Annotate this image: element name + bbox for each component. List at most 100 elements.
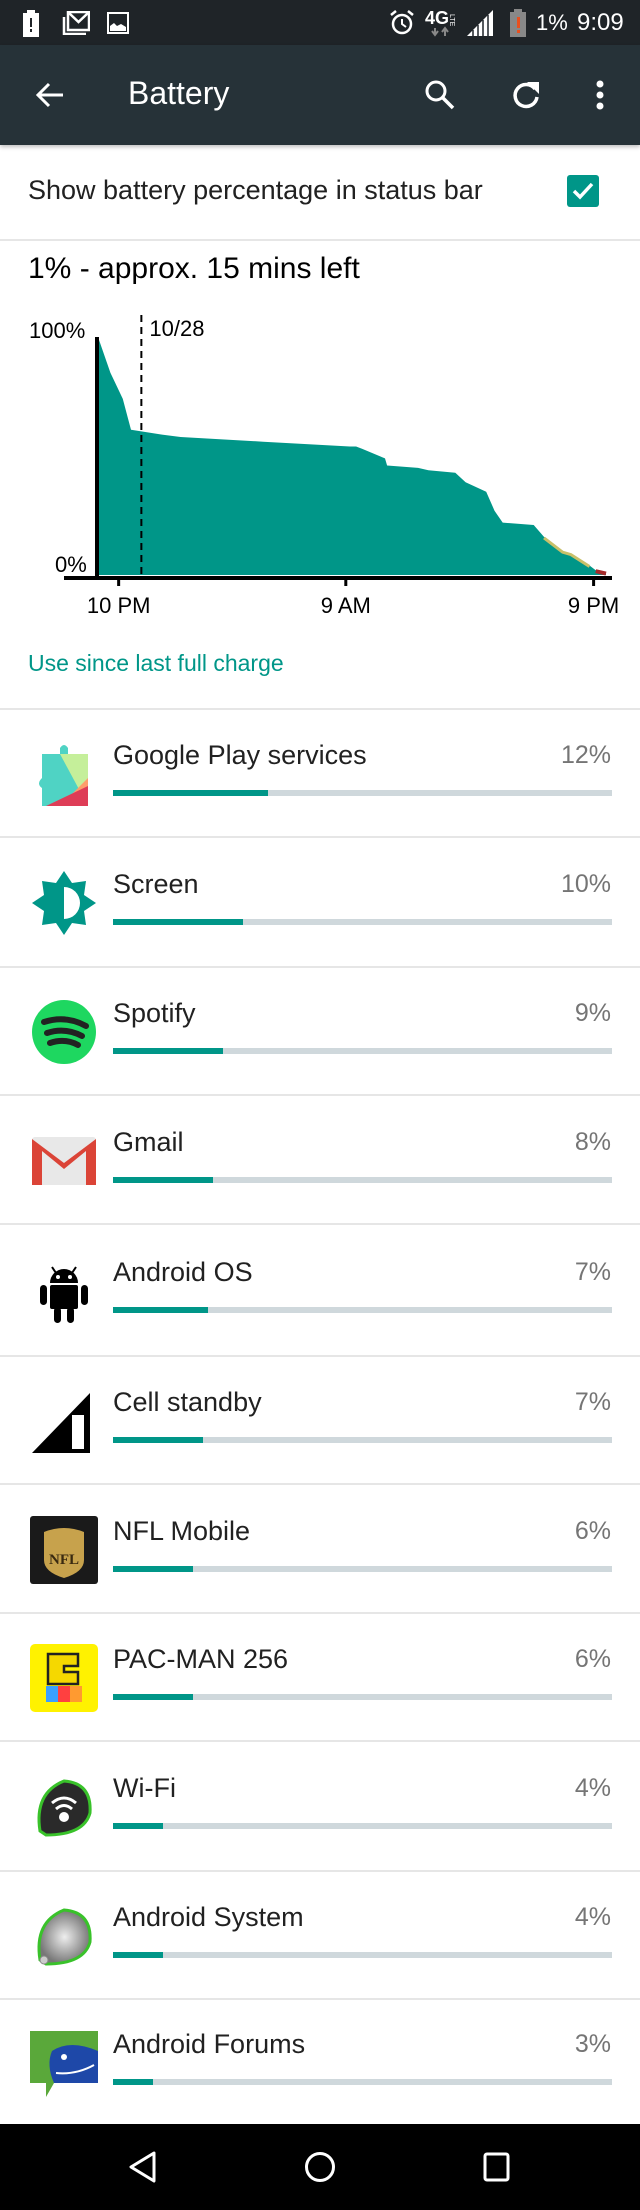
usage-progress-bar [113,1307,612,1313]
usage-progress-fill [113,2079,153,2085]
show-battery-percentage-preference[interactable]: Show battery percentage in status bar [0,145,640,241]
4g-lte-icon: 4G LTE [425,8,455,37]
battery-percentage-checkbox[interactable] [567,175,599,207]
usage-percent: 4% [574,1774,611,1802]
app-name: PAC-MAN 256 [113,1644,289,1674]
app-name: Wi-Fi [113,1773,176,1803]
usage-percent: 10% [560,870,611,898]
search-button[interactable] [414,69,466,121]
battery-history-chart[interactable]: 100% 0% 10/28 10 PM 9 AM 9 PM [0,300,640,630]
usage-progress-bar [113,2079,612,2085]
usage-list-item[interactable]: Screen 10% [0,836,640,968]
x-tick-label-9pm: 9 PM [568,593,619,618]
usage-list-item[interactable]: Gmail 8% [0,1094,640,1225]
usage-progress-fill [113,790,268,796]
clock: 9:09 [577,9,624,36]
usage-progress-bar [113,790,612,796]
image-notification-icon [107,12,129,34]
recents-square-icon [483,2152,510,2182]
usage-percent: 6% [574,1645,611,1673]
refresh-button[interactable] [500,69,552,121]
usage-percent: 7% [574,1388,611,1416]
nav-home-button[interactable] [295,2144,345,2190]
usage-percent: 4% [574,1903,611,1931]
svg-text:4G: 4G [425,8,449,28]
usage-progress-fill [113,1566,193,1572]
app-name: Spotify [113,998,196,1028]
page-title: Battery [128,75,230,111]
battery-low-icon [510,9,526,37]
y-tick-label-0: 0% [55,552,87,577]
usage-progress-fill [113,1437,203,1443]
back-triangle-icon [129,2151,156,2183]
app-name: Google Play services [113,740,367,770]
usage-progress-bar [113,1437,612,1443]
android-system-icon [30,1902,98,1970]
app-name: Android OS [113,1257,253,1287]
wifi-icon [30,1773,98,1841]
more-vert-icon [596,80,604,110]
usage-progress-bar [113,1823,612,1829]
alarm-icon [390,10,414,35]
nav-back-button[interactable] [117,2144,167,2190]
battery-alert-icon [23,10,39,37]
use-since-last-full-charge-header: Use since last full charge [28,650,284,676]
svg-text:NFL: NFL [49,1552,79,1568]
y-tick-label-100: 100% [29,318,85,343]
pacman-256-icon [30,1644,98,1712]
navigation-bar [0,2124,640,2210]
usage-progress-fill [113,1048,223,1054]
cell-signal-icon [30,1387,98,1455]
usage-progress-fill [113,1307,208,1313]
arrow-left-icon [35,82,63,108]
usage-progress-fill [113,1823,163,1829]
refresh-icon [513,82,539,109]
usage-progress-fill [113,1177,213,1183]
signal-icon [467,10,493,36]
usage-list-item[interactable]: Google Play services 12% [0,708,640,838]
search-icon [425,80,455,110]
home-circle-icon [305,2152,335,2182]
usage-list-item[interactable]: Android OS 7% [0,1223,640,1357]
usage-percent: 8% [574,1128,611,1156]
app-bar: Battery [0,45,640,145]
app-name: Android Forums [113,2029,306,2059]
usage-list-item[interactable]: Wi-Fi 4% [0,1740,640,1872]
battery-summary: 1% - approx. 15 mins left [28,252,360,285]
usage-progress-bar [113,1694,612,1700]
usage-progress-bar [113,919,612,925]
app-name: Cell standby [113,1387,262,1417]
status-bar: 4G LTE 1% 9:09 [0,0,640,45]
usage-percent: 9% [574,999,611,1027]
gmail-notification-icon [62,11,90,35]
usage-progress-fill [113,1694,193,1700]
x-tick-label-9am: 9 AM [321,593,371,618]
android-robot-icon [30,1257,98,1325]
more-options-button[interactable] [574,69,626,121]
google-play-services-icon [30,740,98,808]
usage-percent: 7% [574,1258,611,1286]
usage-progress-fill [113,1952,163,1958]
usage-list-item[interactable]: Android System 4% [0,1870,640,2000]
nfl-icon: NFL [30,1516,98,1584]
usage-list-item[interactable]: Cell standby 7% [0,1355,640,1485]
usage-list-item[interactable]: Spotify 9% [0,966,640,1096]
usage-progress-bar [113,1566,612,1572]
battery-level-area [98,337,606,575]
usage-progress-fill [113,919,243,925]
usage-list-item[interactable]: Android Forums 3% [0,1998,640,2126]
app-name: Android System [113,1902,304,1932]
spotify-icon [30,998,98,1066]
nav-recents-button[interactable] [472,2144,522,2190]
preference-label: Show battery percentage in status bar [28,175,483,205]
back-button[interactable] [24,69,76,121]
svg-text:LTE: LTE [448,14,455,27]
brightness-icon [30,869,98,937]
usage-list-item[interactable]: PAC-MAN 256 6% [0,1612,640,1742]
app-name: Screen [113,869,199,899]
checkmark-icon [572,182,594,200]
x-tick-label-10pm: 10 PM [87,593,151,618]
usage-percent: 6% [574,1517,611,1545]
usage-list-item[interactable]: NFL NFL Mobile 6% [0,1483,640,1614]
usage-progress-bar [113,1952,612,1958]
